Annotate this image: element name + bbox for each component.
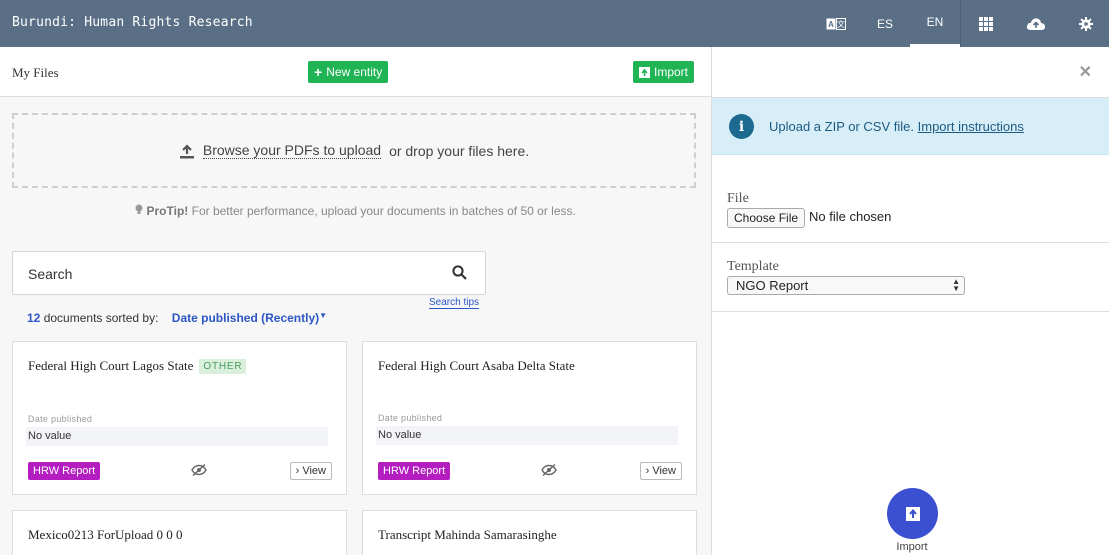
protip-text: For better performance, upload your docu…	[191, 204, 576, 218]
new-entity-label: New entity	[326, 65, 383, 79]
metadata-value: No value	[376, 426, 678, 445]
document-title-text: Federal High Court Lagos State	[28, 358, 194, 373]
chevron-right-icon: ›	[645, 465, 650, 477]
document-title: Mexico0213 ForUpload 0 0 0	[28, 527, 183, 543]
lightbulb-icon	[135, 204, 146, 218]
import-submit-label: Import	[896, 541, 928, 553]
cloud-upload-icon	[1026, 17, 1046, 30]
info-message: Upload a ZIP or CSV file.	[769, 119, 914, 134]
info-icon: i	[729, 114, 754, 139]
new-entity-button[interactable]: + New entity	[308, 61, 389, 83]
file-label: File	[727, 191, 749, 206]
upload-icon	[905, 506, 920, 521]
library-button[interactable]	[962, 0, 1010, 47]
choose-file-button[interactable]: Choose File	[727, 208, 806, 228]
divider	[712, 311, 1109, 312]
sort-value: Date published (Recently)	[171, 311, 320, 325]
metadata-value: No value	[26, 427, 328, 446]
document-card[interactable]: Transcript Mahinda Samarasinghe	[362, 510, 697, 555]
navbar-divider	[960, 0, 961, 47]
svg-text:文: 文	[837, 19, 845, 29]
document-card[interactable]: Federal High Court Asaba Delta State Dat…	[362, 341, 697, 495]
search-icon[interactable]	[452, 265, 467, 280]
import-button[interactable]: Import	[633, 61, 695, 83]
document-card[interactable]: Federal High Court Lagos State OTHER Dat…	[12, 341, 347, 495]
svg-text:A: A	[828, 20, 834, 29]
document-title: Federal High Court Asaba Delta State	[378, 358, 575, 374]
template-label: Template	[727, 259, 779, 274]
uploads-button[interactable]	[1010, 0, 1062, 47]
eye-slash-icon	[541, 463, 557, 477]
language-en[interactable]: EN	[910, 0, 960, 47]
upload-dropzone[interactable]: Browse your PDFs to upload or drop your …	[12, 113, 696, 188]
import-panel: ✕ i Upload a ZIP or CSV file. Import ins…	[711, 47, 1109, 555]
template-select[interactable]: NGO Report ▲ ▼	[727, 276, 965, 295]
protip: ProTip! For better performance, upload y…	[0, 204, 711, 218]
language-es[interactable]: ES	[860, 0, 910, 47]
grid-icon	[979, 16, 993, 31]
translate-button[interactable]: A 文	[812, 0, 860, 47]
document-title-text: Federal High Court Asaba Delta State	[378, 358, 575, 373]
close-icon[interactable]: ✕	[1079, 62, 1092, 82]
search-input[interactable]: Search	[12, 251, 486, 295]
document-card[interactable]: Mexico0213 ForUpload 0 0 0	[12, 510, 347, 555]
eye-slash-icon	[191, 463, 207, 477]
library-pane: My Files + New entity Import Browse your…	[0, 47, 711, 555]
template-badge: HRW Report	[378, 462, 451, 480]
info-text: Upload a ZIP or CSV file. Import instruc…	[769, 119, 1024, 134]
info-banner: i Upload a ZIP or CSV file. Import instr…	[712, 98, 1109, 155]
metadata-label: Date published	[28, 414, 93, 424]
select-arrows-icon: ▲ ▼	[952, 277, 960, 293]
browse-pdfs-link[interactable]: Browse your PDFs to upload	[202, 142, 382, 159]
settings-button[interactable]	[1062, 0, 1109, 47]
document-title: Transcript Mahinda Samarasinghe	[378, 527, 557, 543]
library-header: My Files + New entity Import	[0, 47, 711, 97]
chevron-right-icon: ›	[295, 465, 300, 477]
translate-icon: A 文	[826, 17, 846, 30]
app-title[interactable]: Burundi: Human Rights Research	[12, 15, 253, 30]
search-tips-link[interactable]: Search tips	[429, 297, 480, 309]
metadata-label: Date published	[378, 413, 443, 423]
import-submit-button[interactable]	[887, 488, 938, 539]
document-title-text: Transcript Mahinda Samarasinghe	[378, 527, 557, 542]
view-button[interactable]: › View	[289, 462, 332, 480]
document-title: Federal High Court Lagos State OTHER	[28, 358, 247, 374]
search-placeholder: Search	[28, 266, 73, 282]
sort-text: documents sorted by:	[43, 311, 159, 325]
import-label: Import	[654, 65, 689, 79]
import-instructions-link[interactable]: Import instructions	[918, 119, 1024, 134]
sort-dropdown[interactable]: Date published (Recently)▼	[172, 311, 327, 325]
template-badge: HRW Report	[28, 462, 101, 480]
sort-line: 12 documents sorted by: Date published (…	[27, 311, 327, 325]
document-tag: OTHER	[199, 358, 247, 374]
view-label: View	[652, 465, 676, 477]
file-status: No file chosen	[809, 209, 892, 224]
view-label: View	[302, 465, 326, 477]
view-button[interactable]: › View	[639, 462, 682, 480]
plus-icon: +	[314, 64, 323, 80]
page-title: My Files	[12, 65, 59, 80]
top-navbar: Burundi: Human Rights Research A 文 ES EN	[0, 0, 1109, 47]
template-value: NGO Report	[736, 278, 809, 293]
protip-label: ProTip!	[146, 204, 189, 218]
divider	[712, 242, 1109, 243]
gear-icon	[1078, 16, 1093, 31]
document-title-text: Mexico0213 ForUpload 0 0 0	[28, 527, 183, 542]
upload-icon	[639, 66, 650, 78]
caret-down-icon: ▼	[319, 311, 328, 320]
upload-icon	[179, 143, 194, 158]
dropzone-text: or drop your files here.	[389, 142, 530, 159]
document-count: 12	[27, 311, 41, 325]
